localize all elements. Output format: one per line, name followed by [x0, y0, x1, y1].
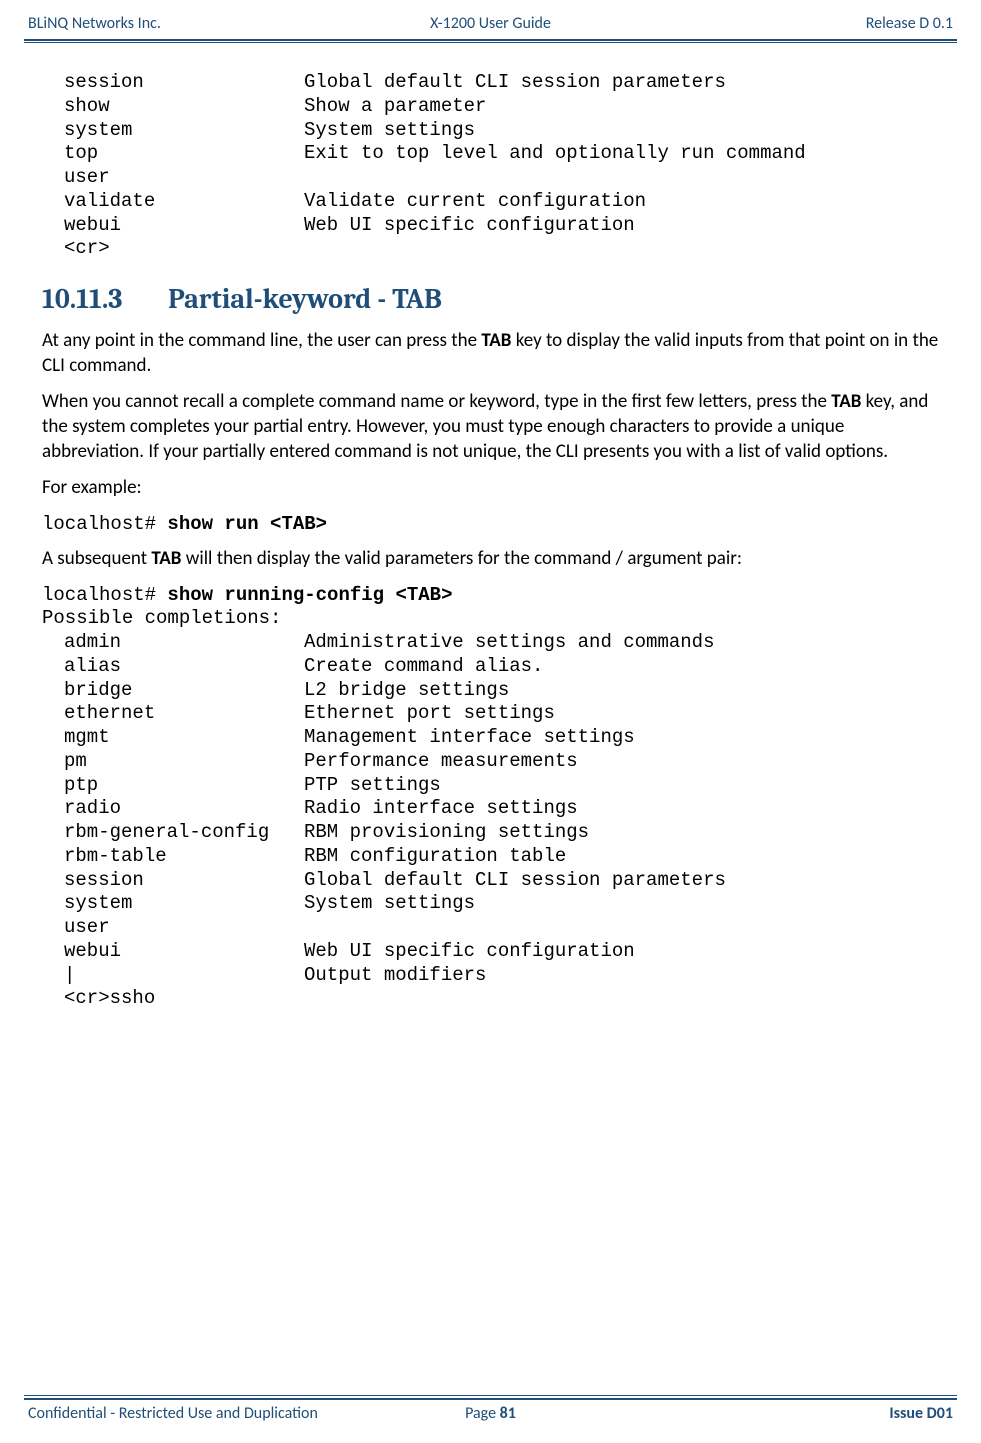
- cli-desc: [304, 916, 939, 940]
- cli-key: radio: [64, 797, 304, 821]
- header-rule-thick: [24, 39, 957, 41]
- text-bold-tab: TAB: [151, 547, 181, 570]
- cli-desc: RBM configuration table: [304, 845, 939, 869]
- footer-bar: Confidential - Restricted Use and Duplic…: [24, 1394, 957, 1423]
- cli-prompt: localhost#: [42, 513, 167, 535]
- cli-key: rbm-table: [64, 845, 304, 869]
- cli-key: user: [64, 916, 304, 940]
- footer-row: Confidential - Restricted Use and Duplic…: [24, 1400, 957, 1423]
- cli-desc: System settings: [304, 892, 939, 916]
- cli-example-1: localhost# show run <TAB>: [42, 513, 939, 537]
- cli-key: alias: [64, 655, 304, 679]
- paragraph-4: A subsequent TAB will then display the v…: [42, 547, 939, 572]
- text-run: will then display the valid parameters f…: [181, 547, 742, 570]
- cli-desc: Management interface settings: [304, 726, 939, 750]
- cli-possible-completions: Possible completions:: [42, 607, 939, 631]
- text-run: When you cannot recall a complete comman…: [42, 390, 831, 413]
- cli-desc: Global default CLI session parameters: [304, 869, 939, 893]
- cli-desc: [304, 237, 939, 261]
- page: BLiNQ Networks Inc. X-1200 User Guide Re…: [0, 0, 981, 1443]
- header-title: X-1200 User Guide: [336, 14, 644, 33]
- cli-command: show run <TAB>: [167, 513, 327, 535]
- section-title: Partial-keyword - TAB: [168, 283, 442, 315]
- content-area: sessionGlobal default CLI session parame…: [24, 43, 957, 1394]
- section-heading: 10.11.3 Partial-keyword - TAB: [42, 283, 939, 315]
- cli-key: system: [64, 892, 304, 916]
- cli-desc: System settings: [304, 119, 939, 143]
- cli-desc: RBM provisioning settings: [304, 821, 939, 845]
- footer-rule-thin: [24, 1395, 957, 1396]
- text-run: A subsequent: [42, 547, 151, 570]
- cli-desc: Web UI specific configuration: [304, 940, 939, 964]
- cli-key: |: [64, 964, 304, 988]
- footer-confidential: Confidential - Restricted Use and Duplic…: [28, 1404, 336, 1423]
- footer-issue: Issue D01: [645, 1404, 953, 1423]
- cli-example-2: localhost# show running-config <TAB>: [42, 584, 939, 608]
- cli-key: mgmt: [64, 726, 304, 750]
- cli-desc: [304, 166, 939, 190]
- cli-desc: Radio interface settings: [304, 797, 939, 821]
- header-release: Release D 0.1: [645, 14, 953, 33]
- text-bold-tab: TAB: [831, 390, 861, 413]
- cli-key: session: [64, 869, 304, 893]
- cli-desc: Web UI specific configuration: [304, 214, 939, 238]
- cli-desc: Exit to top level and optionally run com…: [304, 142, 939, 166]
- cli-key: pm: [64, 750, 304, 774]
- cli-desc: Show a parameter: [304, 95, 939, 119]
- section-number: 10.11.3: [42, 283, 162, 315]
- cli-key: system: [64, 119, 304, 143]
- cli-key: admin: [64, 631, 304, 655]
- cli-desc: Create command alias.: [304, 655, 939, 679]
- cli-desc: Administrative settings and commands: [304, 631, 939, 655]
- cli-desc: Performance measurements: [304, 750, 939, 774]
- cli-key: <cr>ssho: [64, 987, 304, 1011]
- cli-desc: PTP settings: [304, 774, 939, 798]
- cli-command: show running-config <TAB>: [167, 584, 452, 606]
- cli-key: session: [64, 71, 304, 95]
- cli-block-1: sessionGlobal default CLI session parame…: [42, 71, 939, 261]
- paragraph-3: For example:: [42, 476, 939, 501]
- cli-key: validate: [64, 190, 304, 214]
- cli-key: top: [64, 142, 304, 166]
- cli-desc: Ethernet port settings: [304, 702, 939, 726]
- paragraph-1: At any point in the command line, the us…: [42, 329, 939, 378]
- cli-key: ptp: [64, 774, 304, 798]
- footer-page: Page 81: [336, 1404, 644, 1423]
- cli-key: <cr>: [64, 237, 304, 261]
- cli-desc: L2 bridge settings: [304, 679, 939, 703]
- cli-key: show: [64, 95, 304, 119]
- header-row: BLiNQ Networks Inc. X-1200 User Guide Re…: [24, 14, 957, 37]
- cli-key: user: [64, 166, 304, 190]
- header-company: BLiNQ Networks Inc.: [28, 14, 336, 33]
- paragraph-2: When you cannot recall a complete comman…: [42, 390, 939, 464]
- cli-desc: [304, 987, 939, 1011]
- cli-key: rbm-general-config: [64, 821, 304, 845]
- text-bold-tab: TAB: [481, 329, 511, 352]
- cli-desc: Validate current configuration: [304, 190, 939, 214]
- header-bar: BLiNQ Networks Inc. X-1200 User Guide Re…: [24, 14, 957, 43]
- cli-key: bridge: [64, 679, 304, 703]
- cli-prompt: localhost#: [42, 584, 167, 606]
- cli-key: webui: [64, 940, 304, 964]
- cli-block-2: adminAdministrative settings and command…: [42, 631, 939, 1011]
- footer-page-number: 81: [500, 1404, 516, 1423]
- cli-desc: Global default CLI session parameters: [304, 71, 939, 95]
- text-run: At any point in the command line, the us…: [42, 329, 481, 352]
- cli-desc: Output modifiers: [304, 964, 939, 988]
- cli-key: ethernet: [64, 702, 304, 726]
- cli-key: webui: [64, 214, 304, 238]
- footer-page-label: Page: [465, 1404, 500, 1423]
